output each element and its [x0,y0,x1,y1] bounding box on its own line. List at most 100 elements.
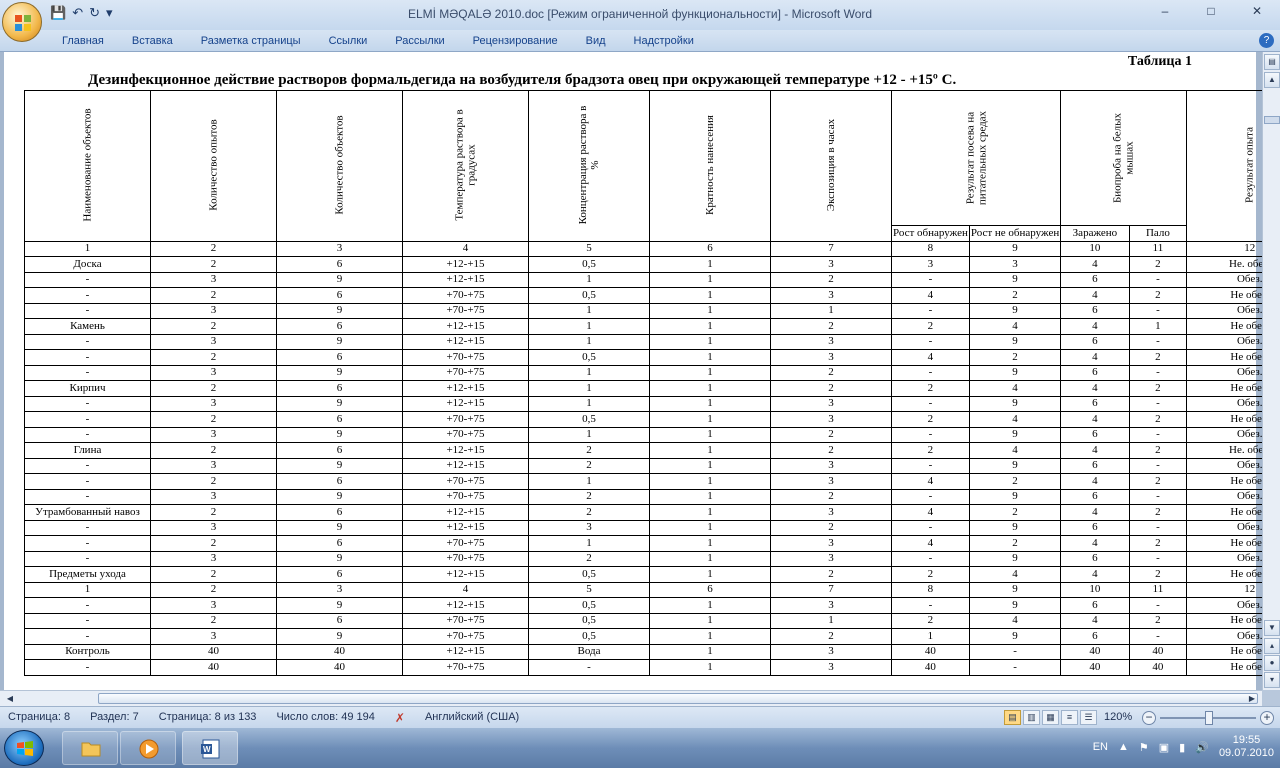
zoom-slider-thumb[interactable] [1205,711,1213,725]
column-number-cell: 4 [402,240,529,257]
media-player-icon [139,739,159,759]
table-row: -3 9 +70-+75 1 1 2-9 6- Обез. [24,426,1262,443]
table-cell: 6 [1060,488,1130,505]
vertical-scrollbar[interactable]: ▤ ▲ ▼ ▴ ● ▾ [1262,52,1280,690]
table-cell: 4 [1060,411,1130,428]
status-pages[interactable]: Страница: 8 из 133 [159,711,257,725]
draft-view-icon[interactable]: ☰ [1080,710,1097,725]
web-layout-icon[interactable]: ▦ [1042,710,1059,725]
table-cell: Обез. [1186,488,1262,505]
table-cell: 1 [528,271,650,288]
tab-insert[interactable]: Вставка [118,33,187,49]
close-button[interactable]: ✕ [1234,0,1280,22]
table-cell: 2 [528,488,650,505]
table-cell: Не обез. [1186,504,1262,521]
horizontal-scroll-thumb[interactable] [98,693,1258,704]
browse-object-icon[interactable]: ● [1264,655,1280,671]
horizontal-scrollbar[interactable]: ◀ ▶ [0,690,1262,706]
zoom-in-icon[interactable]: + [1260,711,1274,725]
zoom-out-icon[interactable]: − [1142,711,1156,725]
table-cell: 3 [150,426,277,443]
next-page-icon[interactable]: ▾ [1264,672,1280,688]
start-button[interactable] [4,730,44,766]
scroll-up-icon[interactable]: ▲ [1264,72,1280,88]
volume-icon[interactable]: 🔊 [1195,741,1209,754]
table-cell: +70-+75 [402,473,529,490]
table-cell: 4 [968,318,1062,335]
minimize-button[interactable]: ‒ [1142,0,1188,22]
scroll-left-icon[interactable]: ◀ [2,691,18,706]
table-cell: 1 [649,504,771,521]
table-cell: +70-+75 [402,349,529,366]
network-icon[interactable]: ▮ [1179,741,1185,754]
table-cell: Не обез. [1186,659,1262,676]
clock[interactable]: 19:55 09.07.2010 [1219,734,1274,760]
status-word-count[interactable]: Число слов: 49 194 [276,711,374,725]
tab-references[interactable]: Ссылки [315,33,382,49]
status-language[interactable]: Английский (США) [425,711,519,725]
tab-addins[interactable]: Надстройки [620,33,708,49]
help-icon[interactable]: ? [1259,33,1274,48]
table-cell: 0,5 [528,411,650,428]
language-indicator[interactable]: EN [1093,741,1108,753]
status-section[interactable]: Раздел: 7 [90,711,139,725]
table-cell: - [968,659,1062,676]
office-button[interactable] [2,2,42,42]
table-cell: 6 [276,535,403,552]
table-cell: +70-+75 [402,426,529,443]
status-page[interactable]: Страница: 8 [8,711,70,725]
table-title: Дезинфекционное действие растворов форма… [88,72,957,88]
previous-page-icon[interactable]: ▴ [1264,638,1280,654]
maximize-button[interactable]: □ [1188,0,1234,22]
tab-review[interactable]: Рецензирование [459,33,572,49]
table-cell: 2 [150,504,277,521]
table-cell: 3 [770,597,892,614]
table-row: -26+70-+750,5112442Не обез. [24,612,1262,629]
table-cell: - [24,411,151,428]
document-page[interactable]: Таблица 1 Дезинфекционное действие раств… [4,52,1262,690]
tab-mailings[interactable]: Рассылки [381,33,458,49]
column-number-cell: 11 [1128,240,1188,257]
scroll-down-icon[interactable]: ▼ [1264,620,1280,636]
table-cell: 1 [24,581,151,598]
zoom-level[interactable]: 120% [1104,711,1132,723]
office-logo-icon [15,15,31,31]
table-cell: 1 [528,302,650,319]
table-cell: 1 [649,612,771,629]
explorer-taskbar-button[interactable] [62,731,118,765]
ruler-toggle-icon[interactable]: ▤ [1264,54,1280,70]
table-cell: 1 [649,473,771,490]
action-center-flag-icon[interactable]: ⚑ [1139,741,1149,754]
media-player-taskbar-button[interactable] [120,731,176,765]
show-hidden-icons-icon[interactable]: ▲ [1118,741,1129,753]
table-cell: 6 [1060,628,1130,645]
devices-icon[interactable]: ▣ [1159,741,1169,754]
table-cell: 2 [150,581,277,598]
full-screen-reading-icon[interactable]: ▥ [1023,710,1040,725]
table-row: -26+70-+751134242Не обез. [24,535,1262,552]
tab-home[interactable]: Главная [48,33,118,49]
table-cell: 1 [649,442,771,459]
table-cell: - [24,519,151,536]
table-cell: +12-+15 [402,333,529,350]
print-layout-icon[interactable]: ▤ [1004,710,1021,725]
table-cell: 1 [649,302,771,319]
table-cell: 6 [1060,271,1130,288]
table-cell: 1 [649,380,771,397]
table-cell: - [24,333,151,350]
table-cell: 5 [528,581,650,598]
table-cell: 6 [1060,519,1130,536]
scroll-right-icon[interactable]: ▶ [1244,691,1260,706]
table-cell: +12-+15 [402,271,529,288]
tab-view[interactable]: Вид [572,33,620,49]
table-cell: 2 [150,535,277,552]
word-taskbar-button[interactable]: W [182,731,238,765]
tab-page-layout[interactable]: Разметка страницы [187,33,315,49]
table-cell: 4 [1060,612,1130,629]
proofing-icon[interactable]: ✗ [395,711,405,725]
table-cell: 0,5 [528,628,650,645]
table-row: -3 9 +12-+15 1 1 3-9 6- Обез. [24,333,1262,350]
taskbar: W EN ▲ ⚑ ▣ ▮ 🔊 19:55 09.07.2010 [0,728,1280,768]
vertical-scroll-thumb[interactable] [1264,116,1280,124]
outline-view-icon[interactable]: ≡ [1061,710,1078,725]
